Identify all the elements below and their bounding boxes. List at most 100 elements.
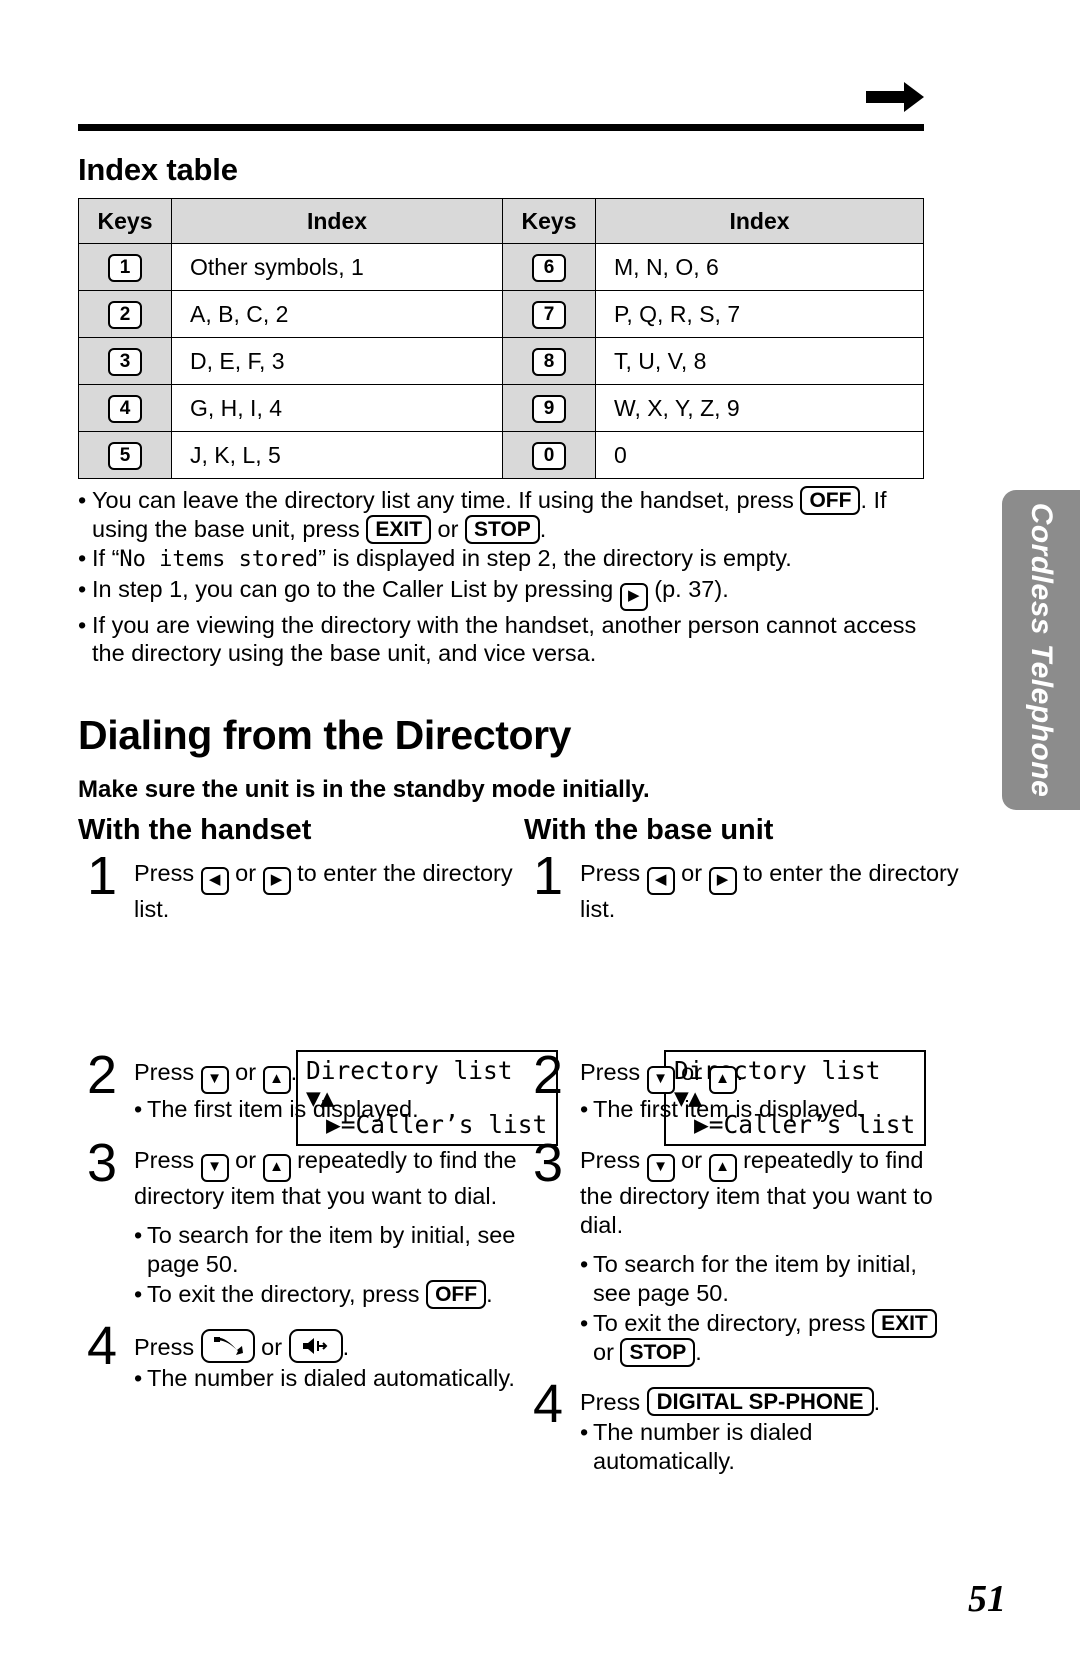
digital-sp-phone-button-label: DIGITAL SP-PHONE <box>646 1387 874 1416</box>
step-body: Press ▼ or ▲ repeatedly to find the dire… <box>580 1146 960 1367</box>
step-body: Press ▼ or ▲ repeatedly to find the dire… <box>134 1146 530 1309</box>
index-cell: D, E, F, 3 <box>171 337 503 385</box>
step-text: . <box>873 1389 881 1415</box>
sub-note-text: The number is dialed automatically. <box>147 1365 515 1391</box>
keycap-2: 2 <box>108 301 142 329</box>
stop-button-label: STOP <box>620 1338 696 1367</box>
bullet-dot: • <box>78 611 87 638</box>
key-cell: 1 <box>78 243 172 291</box>
key-cell: 4 <box>78 384 172 432</box>
table-header-row: Keys Index Keys Index <box>78 198 924 244</box>
lcd-message-text: No items stored <box>119 547 319 572</box>
left-arrow-keycap-icon: ◀ <box>646 867 675 895</box>
note-item-3: • In step 1, you can go to the Caller Li… <box>78 575 934 611</box>
note-text: or <box>431 516 465 542</box>
left-arrow-keycap-icon: ◀ <box>200 867 229 895</box>
note-item-4: • If you are viewing the directory with … <box>78 611 934 668</box>
bullet-dot: • <box>580 1096 589 1122</box>
page-number: 51 <box>968 1578 1006 1620</box>
step-sub-note: • To exit the directory, press OFF. <box>134 1280 530 1309</box>
handset-step-3: 3 Press ▼ or ▲ repeatedly to find the di… <box>78 1136 530 1309</box>
key-cell: 9 <box>502 384 596 432</box>
step-text: or <box>254 1334 289 1360</box>
note-text: If “ <box>92 545 120 571</box>
note-text: . <box>539 516 547 542</box>
header-keys-left: Keys <box>78 198 172 244</box>
table-row: 2 A, B, C, 2 7 P, Q, R, S, 7 <box>78 290 924 338</box>
sub-note-text: The first item is displayed. <box>593 1096 865 1122</box>
table-row: 4 G, H, I, 4 9 W, X, Y, Z, 9 <box>78 384 924 432</box>
header-keys-right: Keys <box>502 198 596 244</box>
note-text: ” is displayed in step 2, the directory … <box>318 545 792 571</box>
base-step-1: 1 Press ◀ or ▶ to enter the directory li… <box>524 849 960 924</box>
keycap-8: 8 <box>532 348 566 376</box>
base-lcd-wrap: Directory list ▼▲ ▶=Caller’s list <box>524 930 960 1146</box>
step-sub-note: • The number is dialed automatically. <box>134 1364 530 1393</box>
step-text: . <box>736 1059 744 1085</box>
keycap-9: 9 <box>532 395 566 423</box>
header-index-right: Index <box>595 198 924 244</box>
bullet-dot: • <box>78 545 87 571</box>
step-text: or <box>674 1147 709 1173</box>
sub-note-text: or <box>593 1339 621 1365</box>
index-cell: J, K, L, 5 <box>171 431 503 479</box>
step-text: Press <box>580 1147 647 1173</box>
up-arrow-keycap-icon: ▲ <box>708 1154 737 1182</box>
step-text: . <box>342 1334 350 1360</box>
handset-lcd-wrap: Directory list ▼▲ ▶=Caller’s list <box>78 930 558 1146</box>
step-text: Press <box>134 1334 201 1360</box>
off-button-label: OFF <box>800 486 861 515</box>
header-rule <box>78 124 924 131</box>
table-row: 3 D, E, F, 3 8 T, U, V, 8 <box>78 337 924 385</box>
keycap-7: 7 <box>532 301 566 329</box>
base-unit-column: With the base unit 1 Press ◀ or ▶ to ent… <box>524 816 960 1482</box>
stop-button-label: STOP <box>465 515 540 544</box>
handset-step-2: 2 Press ▼ or ▲. • The first item is disp… <box>78 1048 530 1124</box>
table-row: 1 Other symbols, 1 6 M, N, O, 6 <box>78 243 924 291</box>
keycap-1: 1 <box>108 254 142 282</box>
handset-column: With the handset 1 Press ◀ or ▶ to enter… <box>78 816 558 1399</box>
sub-note-text: . <box>695 1339 702 1365</box>
step-body: Press or . • The number is dialed automa… <box>134 1329 530 1393</box>
note-item-1: • You can leave the directory list any t… <box>78 486 934 544</box>
step-text: or <box>228 1059 263 1085</box>
keycap-0: 0 <box>532 442 566 470</box>
step-number: 4 <box>86 1316 118 1376</box>
right-arrow-keycap-icon: ▶ <box>262 867 291 895</box>
index-cell: P, Q, R, S, 7 <box>595 290 924 338</box>
table-row: 5 J, K, L, 5 0 0 <box>78 431 924 479</box>
note-item-2: • If “No items stored” is displayed in s… <box>78 544 934 575</box>
bullet-dot: • <box>580 1419 589 1445</box>
step-text: Press <box>134 1147 201 1173</box>
bullet-dot: • <box>580 1310 589 1336</box>
note-text: You can leave the directory list any tim… <box>92 487 801 513</box>
step-text: Press <box>580 1059 647 1085</box>
handset-step-1: 1 Press ◀ or ▶ to enter the directory li… <box>78 849 530 924</box>
down-arrow-keycap-icon: ▼ <box>646 1154 675 1182</box>
down-arrow-keycap-icon: ▼ <box>200 1154 229 1182</box>
key-cell: 7 <box>502 290 596 338</box>
sub-note-text: To exit the directory, press <box>147 1281 427 1307</box>
sub-note-text: . <box>486 1281 493 1307</box>
index-cell: T, U, V, 8 <box>595 337 924 385</box>
sub-note-text: The first item is displayed. <box>147 1096 419 1122</box>
step-text: or <box>228 1147 263 1173</box>
down-arrow-keycap-icon: ▼ <box>646 1066 675 1094</box>
down-arrow-keycap-icon: ▼ <box>200 1066 229 1094</box>
step-number: 2 <box>532 1045 564 1105</box>
step-sub-note: • To search for the item by initial, see… <box>580 1250 960 1308</box>
bullet-dot: • <box>134 1365 143 1391</box>
bullet-dot: • <box>78 575 87 602</box>
step-number: 4 <box>532 1374 564 1434</box>
exit-button-label: EXIT <box>872 1309 937 1338</box>
sub-note-text: To search for the item by initial, see p… <box>147 1222 516 1277</box>
note-text: In step 1, you can go to the Caller List… <box>92 575 620 602</box>
key-cell: 5 <box>78 431 172 479</box>
step-number: 2 <box>86 1045 118 1105</box>
step-text: . <box>290 1059 298 1085</box>
key-cell: 2 <box>78 290 172 338</box>
step-body: Press ◀ or ▶ to enter the directory list… <box>134 859 530 924</box>
keycap-6: 6 <box>532 254 566 282</box>
keycap-3: 3 <box>108 348 142 376</box>
speakerphone-icon <box>288 1329 343 1363</box>
